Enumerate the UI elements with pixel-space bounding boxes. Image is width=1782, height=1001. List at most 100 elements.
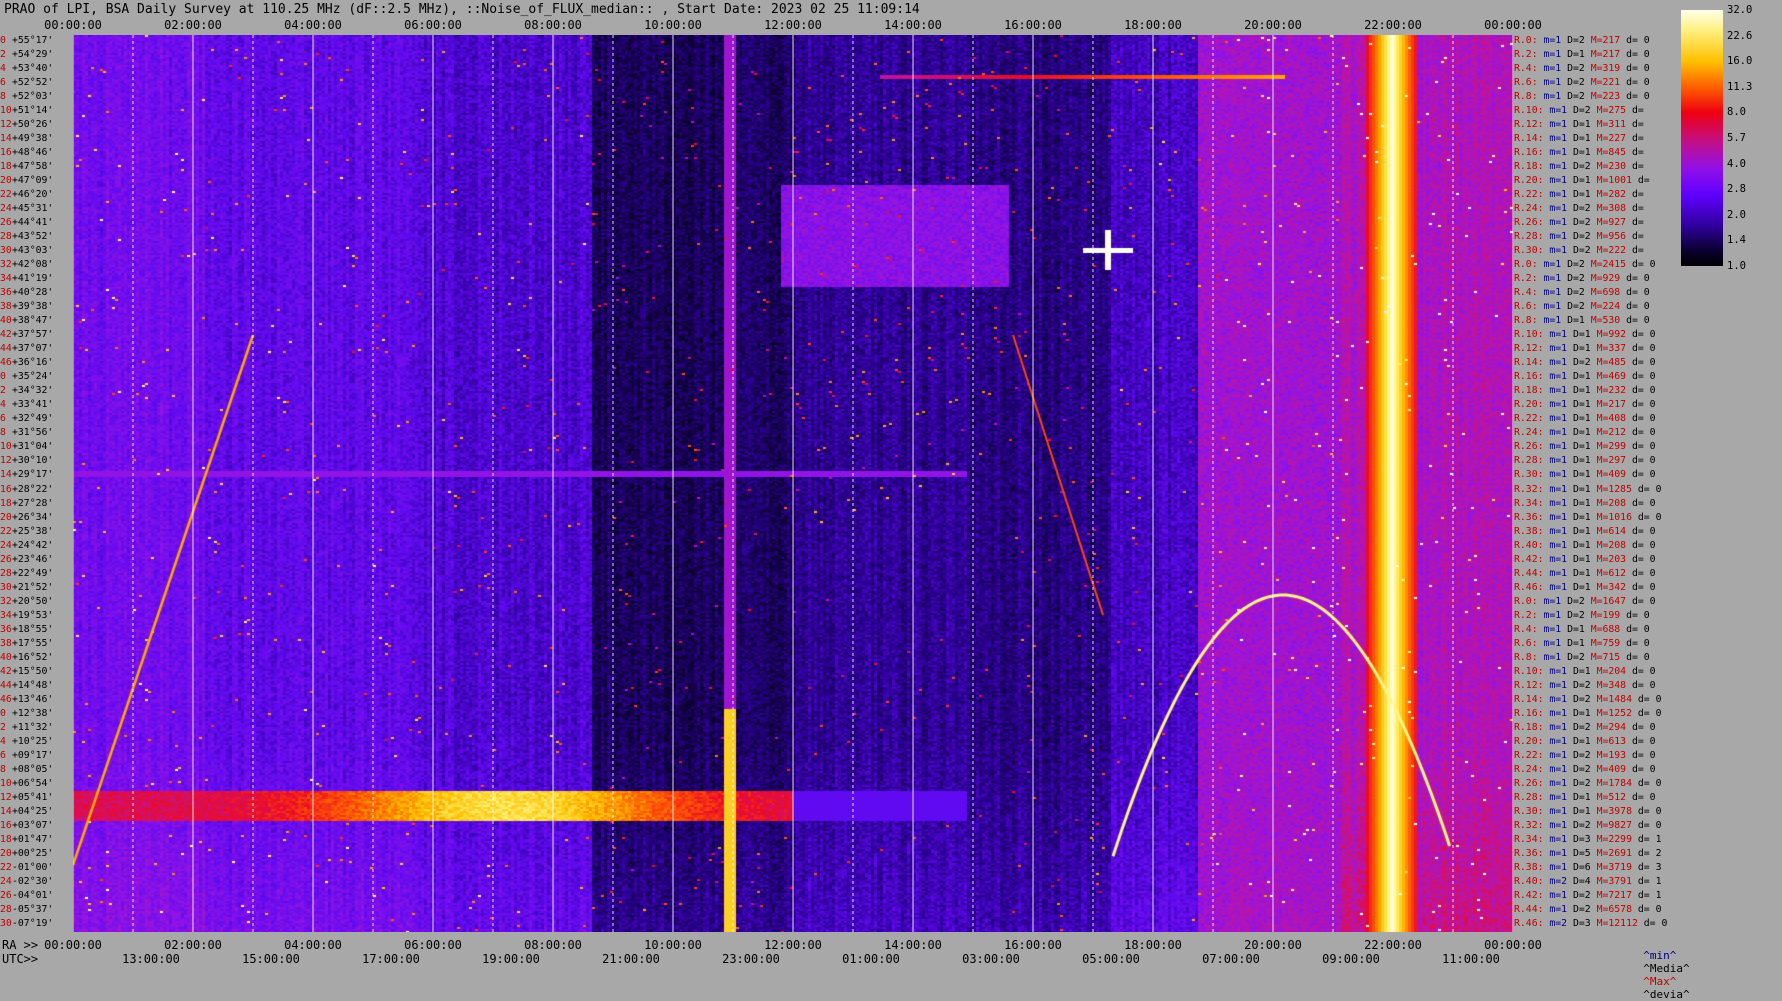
stat-field: d= [1631,105,1644,117]
stat-field: M=1484 [1596,693,1638,705]
stat-row: R.40: m=2 D=4 M=3791 d= 1 [1514,876,1661,888]
declination-row: 32+42°08' [0,259,73,271]
stat-field: d= 1 [1637,875,1662,887]
stat-field: m=1 [1549,217,1573,229]
stat-field: m=1 [1549,147,1573,159]
declination-row: 12+50°26' [0,119,73,131]
stat-field: d= 0 [1626,77,1650,89]
survey-heatmap[interactable] [73,35,1513,932]
stat-field: d= 0 [1631,259,1656,271]
stat-field: m=1 [1549,441,1573,453]
ra-tick: 00:00:00 [1484,938,1542,952]
declination-value: +31°04' [12,441,54,453]
row-index: 40 [0,315,12,327]
stat-field: R.0: [1514,259,1544,271]
ra-tick: 22:00:00 [1364,938,1422,952]
stat-field: D=1 [1572,175,1597,187]
stat-field: R.6: [1514,301,1544,313]
declination-value: -01°00' [12,861,54,873]
row-index: 8 [0,91,6,103]
declination-value: +10°25' [12,735,54,747]
stat-field: m=1 [1549,245,1573,257]
stat-field: d= 0 [1626,273,1650,285]
declination-value: +11°32' [12,721,54,733]
stat-field: d= 0 [1626,35,1650,46]
stat-field: m=1 [1549,511,1573,523]
stat-field: R.38: [1514,861,1550,873]
stat-row: R.28: m=1 D=1 M=512 d= 0 [1514,792,1656,804]
stat-field: R.30: [1514,805,1550,817]
stat-field: M=217 [1590,49,1627,61]
stat-field: D=1 [1572,371,1597,383]
stat-row: R.24: m=1 D=2 M=409 d= 0 [1514,764,1656,776]
stat-field: d= 0 [1631,567,1656,579]
stat-field: d= 0 [1631,497,1656,509]
stat-field: d= [1631,133,1644,145]
stat-field: d= [1631,147,1644,159]
stat-field: d= 0 [1637,903,1662,915]
stat-row: R.4: m=1 D=2 M=319 d= 0 [1514,63,1650,75]
stat-field: m=1 [1549,819,1573,831]
declination-row: 22+46°20' [0,189,73,201]
stat-field: R.18: [1514,721,1550,733]
stat-field: m=1 [1543,651,1568,663]
stat-field: D=1 [1572,399,1597,411]
declination-value: -02°30' [12,875,54,887]
stat-field: d= [1631,189,1644,201]
stat-field: R.8: [1514,91,1544,103]
page-title: PRAO of LPI, BSA Daily Survey at 110.25 … [4,2,920,17]
stat-field: D=2 [1567,301,1591,313]
legend-median: ^Media^ [1643,962,1690,975]
stat-field: d= 0 [1631,539,1656,551]
stat-field: M=715 [1590,651,1627,663]
stat-row: R.18: m=1 D=1 M=232 d= 0 [1514,385,1656,397]
stat-field: d= 0 [1631,427,1656,439]
stat-row: R.44: m=1 D=1 M=612 d= 0 [1514,568,1656,580]
top-time-tick: 12:00:00 [764,18,822,32]
declination-value: +19°53' [12,609,54,621]
stat-field: m=1 [1549,231,1573,243]
stat-field: D=1 [1567,637,1591,649]
declination-value: +46°20' [12,189,54,201]
declination-row: 0 +12°38' [0,708,73,720]
stat-field: M=992 [1596,329,1632,341]
stat-row: R.12: m=1 D=1 M=337 d= 0 [1514,343,1656,355]
declination-value: +25°38' [12,525,54,537]
utc-tick: 11:00:00 [1442,952,1500,966]
row-index: 16 [0,819,12,831]
declination-row: 24+45°31' [0,203,73,215]
declination-row: 30-07°19' [0,918,73,930]
stat-row: R.14: m=1 D=1 M=227 d= [1514,133,1644,145]
stat-field: m=1 [1549,679,1573,691]
row-statistics: R.0: m=1 D=2 M=217 d= 0 R.2: m=1 D=1 M=21… [1514,35,1669,932]
stat-row: R.0: m=1 D=2 M=2415 d= 0 [1514,259,1656,271]
stat-field: d= [1637,175,1650,187]
stat-row: R.36: m=1 D=1 M=1016 d= 0 [1514,512,1661,524]
declination-row: 10+51°14' [0,105,73,117]
top-time-tick: 16:00:00 [1004,18,1062,32]
stat-field: M=308 [1596,203,1632,215]
stat-field: D=1 [1572,413,1597,425]
utc-tick: 17:00:00 [362,952,420,966]
stat-field: M=217 [1596,399,1632,411]
declination-value: +36°16' [12,357,54,369]
stat-field: M=512 [1596,791,1632,803]
colorbar-tick: 5.7 [1727,132,1746,144]
stat-field: D=1 [1572,567,1597,579]
stat-field: R.4: [1514,623,1544,635]
declination-row: 12+30°10' [0,455,73,467]
stat-field: D=4 [1572,875,1597,887]
stat-field: R.2: [1514,609,1544,621]
declination-value: +17°55' [12,637,54,649]
top-time-tick: 14:00:00 [884,18,942,32]
row-index: 30 [0,245,12,257]
stat-field: M=845 [1596,147,1632,159]
stat-field: m=1 [1543,91,1568,103]
row-index: 24 [0,875,12,887]
stat-field: d= 0 [1626,301,1650,313]
declination-value: +48°46' [12,147,54,159]
stat-row: R.30: m=1 D=2 M=222 d= [1514,245,1644,257]
stat-field: D=1 [1572,483,1597,495]
stat-field: R.14: [1514,357,1550,369]
stat-field: m=1 [1549,469,1573,481]
